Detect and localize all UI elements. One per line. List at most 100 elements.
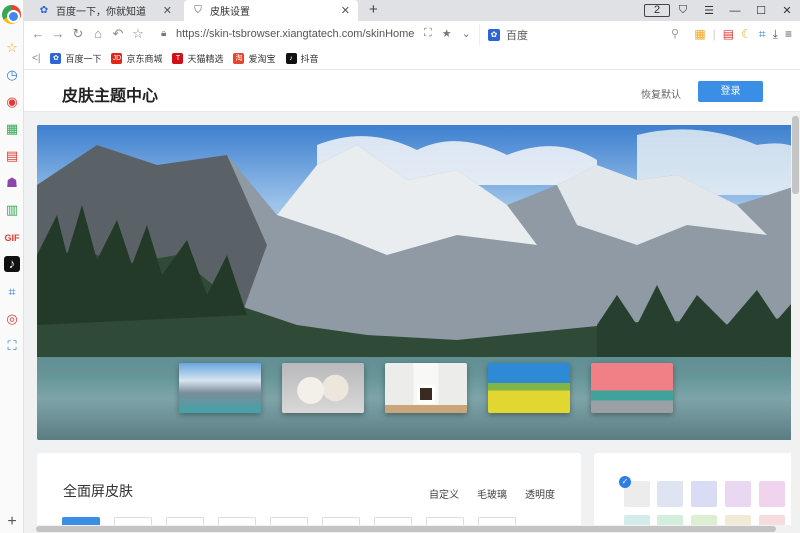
- color-swatch-lightblue[interactable]: [657, 481, 683, 507]
- skin-thumbnail-kittens[interactable]: [282, 363, 364, 413]
- category-tab[interactable]: [166, 517, 204, 525]
- login-button[interactable]: 登录: [698, 81, 763, 102]
- category-tab[interactable]: [62, 517, 100, 525]
- bookmark-item[interactable]: 淘 爱淘宝: [233, 52, 276, 65]
- baidu-paw-icon: ✿: [488, 28, 500, 41]
- chevron-down-icon[interactable]: ⌄: [462, 27, 471, 40]
- frosted-glass-option[interactable]: 毛玻璃: [477, 486, 507, 501]
- tab-skin-settings[interactable]: ⛉ 皮肤设置 ✕: [184, 0, 358, 21]
- browser-logo-icon[interactable]: [2, 5, 21, 24]
- vertical-scrollbar[interactable]: [791, 112, 800, 533]
- divider: |: [712, 27, 716, 41]
- pdf-icon[interactable]: ▤: [723, 27, 734, 42]
- weibo-icon[interactable]: ◎: [4, 311, 20, 327]
- bookmark-item[interactable]: ♪ 抖音: [285, 52, 319, 65]
- category-tab[interactable]: [322, 517, 360, 525]
- pdf-icon[interactable]: ▤: [4, 148, 20, 164]
- bug-icon[interactable]: ☗: [4, 175, 20, 191]
- favorites-star-icon[interactable]: ☆: [4, 40, 20, 56]
- bookmark-item[interactable]: T 天猫精选: [172, 52, 223, 65]
- tmall-icon: T: [172, 53, 184, 64]
- color-swatch-pink[interactable]: [759, 481, 785, 507]
- scan-icon[interactable]: ⛶: [4, 338, 20, 354]
- night-mode-icon[interactable]: ☾: [741, 27, 752, 42]
- favorite-star-icon[interactable]: ★: [442, 27, 452, 40]
- restore-default-link[interactable]: 恢复默认: [641, 86, 681, 101]
- notes-icon[interactable]: ▥: [4, 202, 20, 218]
- apps-grid-icon[interactable]: ▦: [4, 121, 20, 137]
- add-icon[interactable]: +: [4, 514, 20, 530]
- color-swatch-lilac[interactable]: [725, 481, 751, 507]
- back-icon[interactable]: ←: [30, 26, 46, 41]
- scroll-thumb[interactable]: [792, 116, 799, 194]
- bookmarks-bar: <| ✿ 百度一下 JD 京东商城 T 天猫精选 淘 爱淘宝 ♪ 抖音: [24, 48, 800, 70]
- lock-icon[interactable]: 🔒︎: [161, 28, 166, 39]
- baidu-paw-icon: ✿: [50, 53, 62, 64]
- search-box[interactable]: ✿ 百度 ⚲: [479, 24, 679, 45]
- bookmark-item[interactable]: ✿ 百度一下: [50, 52, 101, 65]
- scroll-thumb[interactable]: [36, 526, 776, 532]
- category-tab[interactable]: [426, 517, 464, 525]
- apps-icon[interactable]: ▦: [694, 27, 705, 42]
- maximize-icon[interactable]: ☐: [748, 4, 774, 17]
- skin-icon[interactable]: ⛉: [670, 4, 696, 17]
- record-icon[interactable]: ◉: [4, 94, 20, 110]
- crop-icon[interactable]: ⌗: [4, 284, 20, 300]
- minimize-icon[interactable]: —: [722, 5, 748, 17]
- sidebar-toggle-icon[interactable]: <|: [32, 53, 40, 64]
- color-swatch-lavender[interactable]: [691, 481, 717, 507]
- tab-count-button[interactable]: 2: [644, 4, 670, 17]
- jd-icon: JD: [111, 53, 123, 64]
- skin-thumbnail-fireplace[interactable]: [385, 363, 467, 413]
- address-toolbar: ← → ↻ ⌂ ↶ ☆ 🔒︎ https://skin-tsbrowser.xi…: [24, 21, 800, 48]
- bookmark-label: 抖音: [300, 54, 319, 64]
- screenshot-icon[interactable]: ⛶: [424, 27, 432, 40]
- bookmark-item[interactable]: JD 京东商城: [111, 52, 162, 65]
- bookmark-star-icon[interactable]: ☆: [130, 26, 146, 42]
- opacity-option[interactable]: 透明度: [525, 486, 555, 501]
- category-tab[interactable]: [270, 517, 308, 525]
- shirt-icon: ⛉: [194, 5, 202, 16]
- close-window-icon[interactable]: ✕: [774, 4, 800, 17]
- close-icon[interactable]: ✕: [341, 4, 350, 17]
- floor-shape: [385, 405, 467, 413]
- category-tabs: [62, 517, 516, 525]
- category-tab[interactable]: [218, 517, 256, 525]
- download-icon[interactable]: ⤓: [773, 27, 778, 42]
- gif-icon[interactable]: GIF: [4, 230, 20, 246]
- home-icon[interactable]: ⌂: [90, 26, 106, 41]
- category-tab[interactable]: [374, 517, 412, 525]
- url-field[interactable]: https://skin-tsbrowser.xiangtatech.com/s…: [176, 28, 414, 40]
- url-tools: ⛶ ★ ⌄: [424, 27, 471, 40]
- douyin-icon[interactable]: ♪: [4, 256, 20, 272]
- fireplace-shape: [417, 385, 435, 403]
- category-tab[interactable]: [114, 517, 152, 525]
- color-swatch-card: ✓: [594, 453, 800, 533]
- close-icon[interactable]: ✕: [163, 4, 172, 17]
- section-title: 全面屏皮肤: [63, 483, 133, 499]
- skin-thumbnail-pink-landscape[interactable]: [591, 363, 673, 413]
- history-clock-icon[interactable]: ◷: [4, 67, 20, 83]
- forward-icon[interactable]: →: [50, 26, 66, 41]
- custom-option[interactable]: 自定义: [429, 486, 459, 501]
- undo-icon[interactable]: ↶: [110, 26, 126, 42]
- search-engine-label: 百度: [506, 29, 528, 42]
- new-tab-icon[interactable]: +: [369, 1, 378, 18]
- bookmark-label: 天猫精选: [187, 54, 224, 64]
- fullscreen-skin-card: 全面屏皮肤 自定义 毛玻璃 透明度: [37, 453, 581, 533]
- crop-icon[interactable]: ⌗: [759, 27, 766, 42]
- search-icon[interactable]: ⚲: [671, 27, 679, 40]
- menu-icon[interactable]: ☰: [696, 4, 722, 17]
- baidu-paw-icon: ✿: [39, 5, 49, 16]
- menu-icon[interactable]: ≡: [785, 27, 792, 42]
- reload-icon[interactable]: ↻: [70, 26, 86, 42]
- horizontal-scrollbar[interactable]: [24, 525, 791, 533]
- hero-banner: [37, 125, 799, 440]
- skin-thumbnail-field[interactable]: [488, 363, 570, 413]
- category-tab[interactable]: [478, 517, 516, 525]
- left-sidebar: ☆ ◷ ◉ ▦ ▤ ☗ ▥ GIF ♪ ⌗ ◎ ⛶ +: [0, 0, 24, 533]
- skin-thumbnail-mountain-lake[interactable]: [179, 363, 261, 413]
- aitaobao-icon: 淘: [233, 53, 245, 64]
- page-header: 皮肤主题中心 恢复默认 登录: [24, 70, 800, 112]
- tab-baidu[interactable]: ✿ 百度一下，你就知道 ✕: [30, 0, 180, 21]
